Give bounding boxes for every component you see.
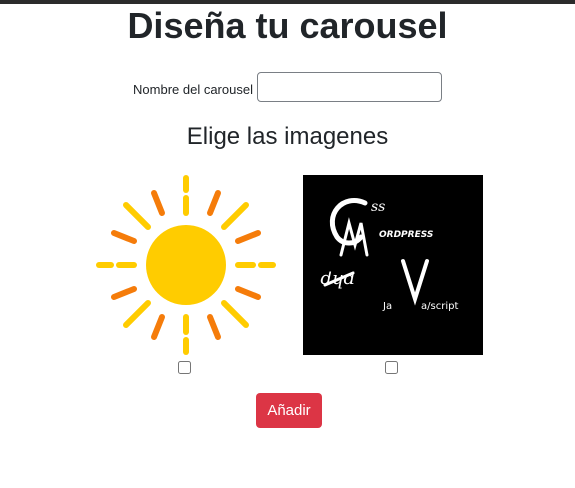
- select-web-logo-checkbox[interactable]: [385, 361, 398, 374]
- section-heading: Elige las imagenes: [186, 123, 389, 150]
- image-option-sun[interactable]: [96, 175, 276, 355]
- logo-text-wordpress: ORDPRESS: [379, 230, 433, 240]
- image-option-web-logo[interactable]: ss ORDPRESS Ja a/script php: [303, 175, 483, 355]
- sun-icon: [96, 175, 276, 355]
- logo-text-php: php: [320, 270, 355, 291]
- web-languages-logo: ss ORDPRESS Ja a/script php: [320, 198, 458, 312]
- logo-text-ja: Ja: [382, 301, 392, 312]
- page-title: Diseña tu carousel: [127, 5, 448, 46]
- carousel-name-label: Nombre del carousel: [133, 81, 253, 97]
- add-button[interactable]: Añadir: [256, 393, 322, 428]
- carousel-name-row: Nombre del carousel: [0, 71, 575, 103]
- logo-text-ascript: a/script: [421, 301, 458, 312]
- logo-text-css: ss: [371, 199, 385, 215]
- select-sun-checkbox[interactable]: [178, 361, 191, 374]
- carousel-name-input[interactable]: [256, 72, 442, 102]
